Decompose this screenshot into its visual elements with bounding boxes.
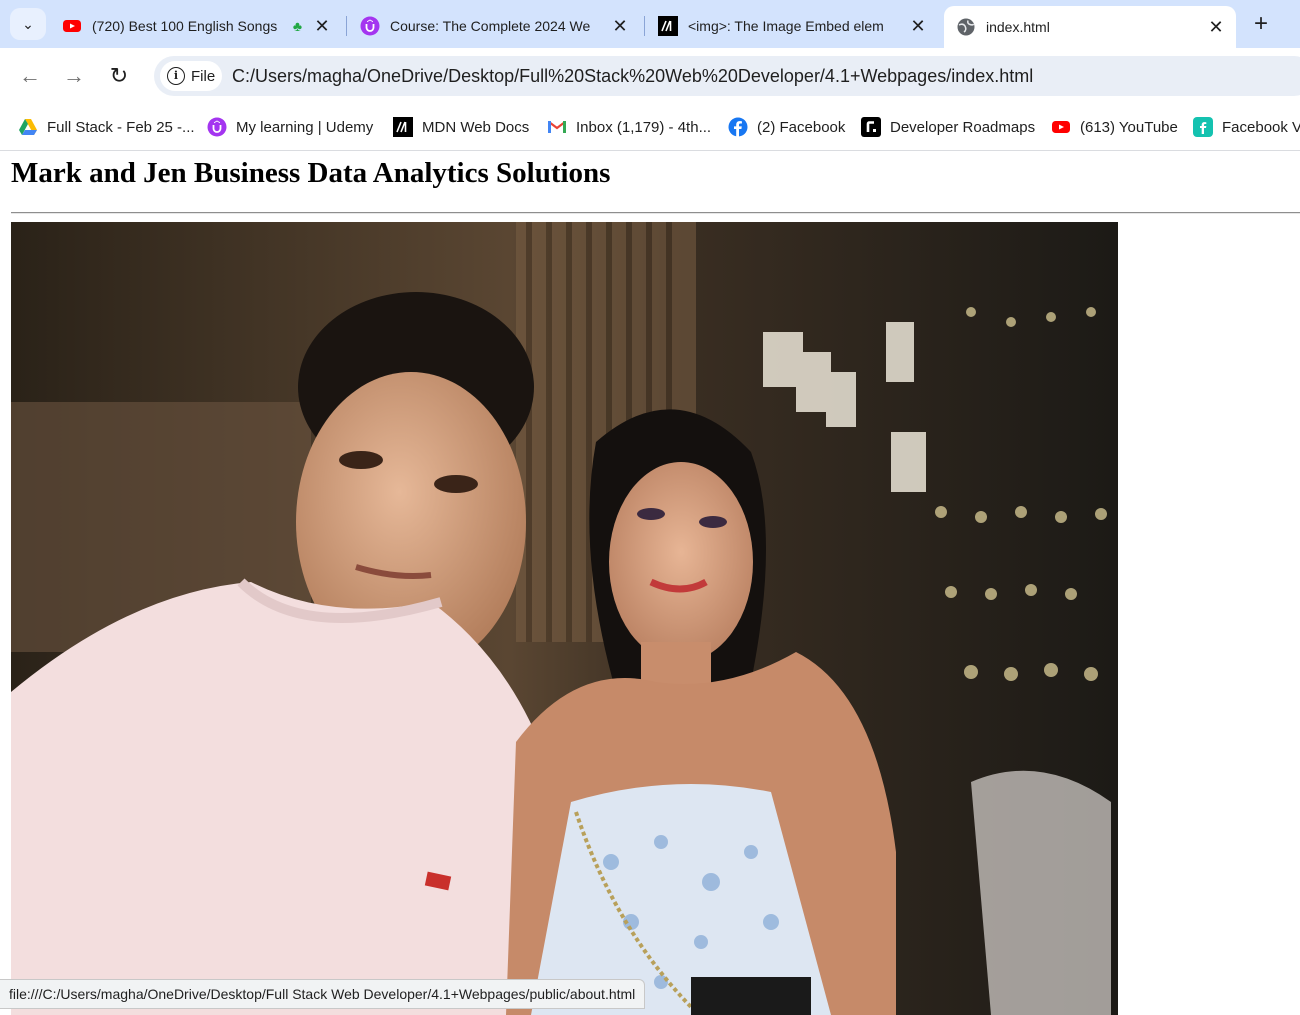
bookmark-mdn[interactable]: MDN Web Docs — [393, 116, 529, 138]
tab-mdn-img[interactable]: <img>: The Image Embed elem ✕ — [646, 6, 938, 46]
facebook-video-icon — [1193, 117, 1213, 137]
mdn-icon — [393, 117, 413, 137]
bookmark-label: (613) YouTube — [1080, 118, 1178, 136]
globe-icon — [957, 18, 975, 36]
tab-close-icon[interactable]: ✕ — [1204, 17, 1228, 38]
tab-strip: ⌄ (720) Best 100 English Songs ♣ ✕ Cours… — [0, 0, 1300, 48]
udemy-icon — [207, 117, 227, 137]
bookmark-roadmaps[interactable]: Developer Roadmaps — [861, 116, 1035, 138]
bookmark-udemy[interactable]: My learning | Udemy — [207, 116, 373, 138]
bookmark-label: MDN Web Docs — [422, 118, 530, 136]
shamrock-icon: ♣ — [292, 18, 302, 34]
bookmark-label: Inbox (1,179) - 4th... — [576, 118, 712, 136]
status-link-preview: file:///C:/Users/magha/OneDrive/Desktop/… — [0, 979, 646, 1009]
tab-youtube-songs[interactable]: (720) Best 100 English Songs ♣ ✕ — [50, 6, 342, 46]
bookmark-label: Full Stack - Feb 25 -... — [47, 118, 195, 136]
reload-icon: ↻ — [109, 63, 129, 88]
reload-button[interactable]: ↻ — [103, 60, 135, 92]
youtube-icon — [1052, 121, 1070, 133]
youtube-icon — [63, 20, 81, 32]
arrow-right-icon: → — [63, 63, 85, 88]
bookmark-label: Developer Roadmaps — [890, 118, 1036, 136]
udemy-icon — [360, 16, 380, 36]
tab-index-html[interactable]: index.html ✕ — [944, 6, 1236, 48]
tab-close-icon[interactable]: ✕ — [608, 16, 632, 37]
tab-close-icon[interactable]: ✕ — [906, 16, 930, 37]
bookmark-facebook[interactable]: (2) Facebook — [728, 116, 845, 138]
photo-illustration — [11, 222, 1118, 1015]
site-info-label: File — [191, 67, 216, 85]
new-tab-button[interactable]: + — [1246, 8, 1276, 40]
horizontal-rule — [11, 212, 1300, 214]
tab-udemy-course[interactable]: Course: The Complete 2024 We ✕ — [348, 6, 640, 46]
tab-separator — [644, 16, 645, 36]
url-text[interactable]: C:/Users/magha/OneDrive/Desktop/Full%20S… — [232, 66, 1033, 87]
bookmark-label: Facebook Vi — [1222, 118, 1300, 136]
facebook-icon — [728, 117, 748, 137]
page-heading: Mark and Jen Business Data Analytics Sol… — [11, 157, 611, 189]
info-icon: i — [167, 67, 185, 85]
roadmap-icon — [861, 117, 881, 137]
tab-title: index.html — [986, 19, 1050, 35]
tab-title: Course: The Complete 2024 We — [390, 18, 591, 34]
tab-close-icon[interactable]: ✕ — [310, 16, 334, 37]
chevron-down-icon: ⌄ — [22, 15, 34, 32]
bookmark-full-stack[interactable]: Full Stack - Feb 25 -... — [18, 116, 195, 138]
bookmark-label: (2) Facebook — [757, 118, 846, 136]
bookmark-label: My learning | Udemy — [236, 118, 374, 136]
tab-separator — [346, 16, 347, 36]
bookmark-facebook-video[interactable]: Facebook Vi — [1193, 116, 1300, 138]
page-content: Mark and Jen Business Data Analytics Sol… — [0, 151, 1300, 1015]
site-info-chip[interactable]: i File — [160, 61, 222, 91]
tab-title: (720) Best 100 English Songs — [92, 18, 278, 34]
mdn-icon — [658, 16, 678, 36]
forward-button[interactable]: → — [58, 60, 90, 92]
bookmarks-bar: Full Stack - Feb 25 -... My learning | U… — [0, 104, 1300, 151]
gmail-icon — [548, 121, 566, 133]
tab-search-button[interactable]: ⌄ — [10, 8, 46, 40]
couple-photo — [11, 222, 1118, 1015]
back-button[interactable]: ← — [14, 60, 46, 92]
toolbar: ← → ↻ i File C:/Users/magha/OneDrive/Des… — [0, 48, 1300, 104]
bookmark-gmail[interactable]: Inbox (1,179) - 4th... — [547, 116, 711, 138]
address-bar[interactable]: i File C:/Users/magha/OneDrive/Desktop/F… — [154, 56, 1300, 96]
google-drive-icon — [19, 119, 37, 135]
arrow-left-icon: ← — [19, 63, 41, 88]
bookmark-youtube[interactable]: (613) YouTube — [1051, 116, 1178, 138]
tab-title: <img>: The Image Embed elem — [688, 18, 884, 34]
